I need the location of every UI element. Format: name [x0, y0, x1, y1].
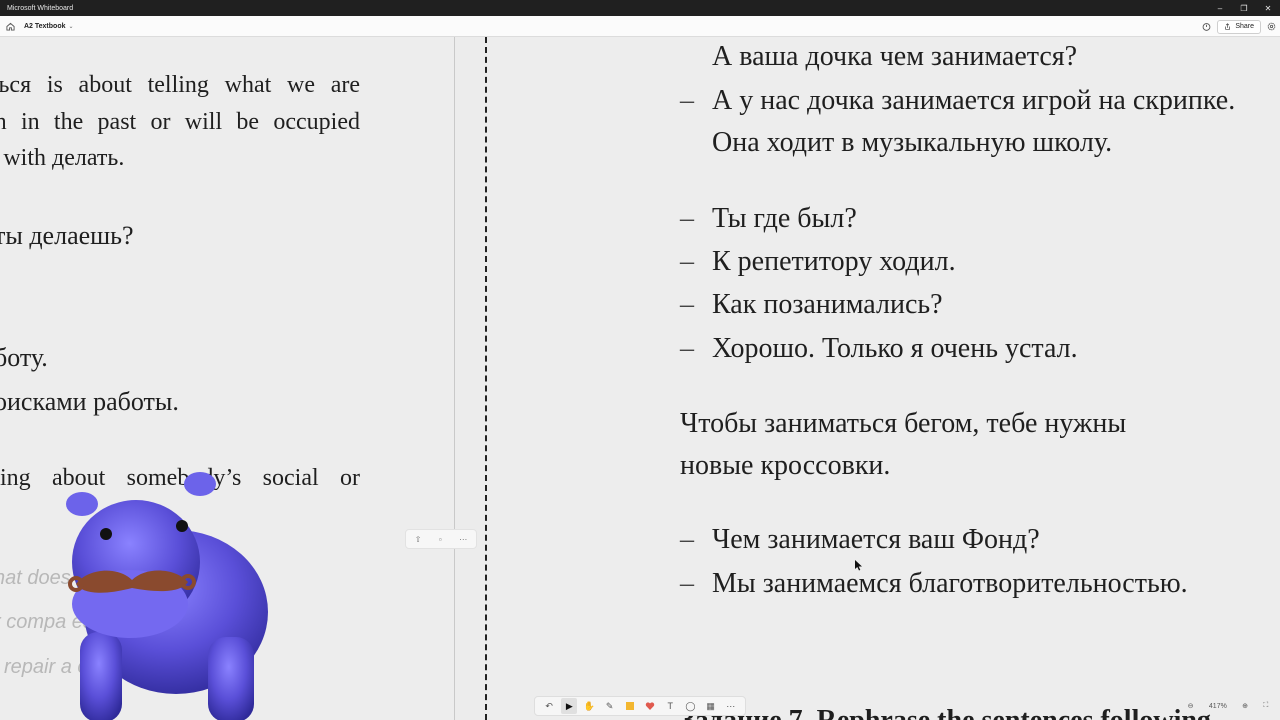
- dialog-line: Ты где был?: [712, 203, 857, 234]
- next-task-heading: Задание 7. Rephrase the sentences follow…: [680, 705, 1211, 720]
- more-icon[interactable]: ⋯: [459, 535, 467, 544]
- templates-icon[interactable]: ▦: [703, 698, 719, 714]
- text-line: s with делать.: [0, 145, 125, 171]
- more-icon[interactable]: ⋯: [723, 698, 739, 714]
- text-icon[interactable]: T: [662, 698, 678, 714]
- dialog-line: Чем занимается ваш Фонд?: [712, 524, 1040, 555]
- timer-icon[interactable]: [1202, 22, 1211, 31]
- page-divider: [454, 37, 455, 720]
- share-icon: [1225, 23, 1231, 30]
- mouse-cursor-icon: [855, 560, 862, 571]
- dialog-line: Как позанимались?: [712, 289, 943, 320]
- restore-button[interactable]: ❐: [1232, 0, 1256, 16]
- dash-mark: –: [680, 203, 694, 234]
- dialog-line: А ваша дочка чем занимается?: [712, 41, 1078, 72]
- chevron-down-icon[interactable]: ⌄: [69, 23, 74, 30]
- text-line: ться is about telling what we are: [0, 72, 360, 98]
- pen-icon[interactable]: ✎: [602, 698, 618, 714]
- shapes-icon[interactable]: ◯: [682, 698, 698, 714]
- undo-icon[interactable]: ↶: [541, 698, 557, 714]
- share-icon[interactable]: ⇧: [415, 535, 422, 544]
- text-line: оисками работы.: [0, 387, 179, 416]
- paragraph-line: новые кроссовки.: [680, 450, 891, 481]
- zoom-in-icon[interactable]: ⊕: [1242, 702, 1248, 710]
- home-icon[interactable]: [6, 22, 15, 31]
- app-title: Microsoft Whiteboard: [7, 4, 74, 12]
- dash-mark: –: [680, 289, 694, 320]
- os-title-bar: Microsoft Whiteboard – ❐ ✕: [0, 0, 1280, 16]
- text-line: ты делаешь?: [0, 221, 134, 250]
- text-line: боту.: [0, 343, 48, 372]
- minimize-button[interactable]: –: [1208, 0, 1232, 16]
- zoom-level: 417%: [1208, 702, 1227, 710]
- share-button[interactable]: Share: [1217, 19, 1261, 34]
- heart-icon[interactable]: [642, 698, 658, 714]
- fit-to-screen-icon[interactable]: ⛶: [1263, 702, 1268, 710]
- zoom-out-icon[interactable]: ⊖: [1188, 702, 1194, 710]
- textbook-page-right: А ваша дочка чем занимается? – А у нас д…: [487, 37, 1280, 720]
- window-controls: – ❐ ✕: [1208, 0, 1280, 16]
- dash-mark: –: [680, 568, 694, 599]
- hippo-mascot-image[interactable]: [58, 462, 272, 720]
- hand-icon[interactable]: ✋: [581, 698, 597, 714]
- dash-mark: –: [680, 524, 694, 555]
- dash-mark: –: [680, 333, 694, 364]
- copy-icon[interactable]: ▫: [439, 535, 442, 544]
- dialog-line: Она ходит в музыкальную школу.: [712, 127, 1113, 158]
- settings-icon[interactable]: [1267, 22, 1276, 31]
- dash-mark: –: [680, 246, 694, 277]
- sticky-note-icon[interactable]: [622, 698, 638, 714]
- zoom-controls: ⊖ 417% ⊕ ⛶: [1180, 697, 1276, 715]
- dash-mark: –: [680, 85, 694, 116]
- app-toolbar: A2 Textbook ⌄ Share: [0, 16, 1280, 37]
- paragraph-line: Чтобы заниматься бегом, тебе нужны: [680, 408, 1127, 439]
- board-name[interactable]: A2 Textbook: [24, 23, 66, 30]
- dialog-line: К репетитору ходил.: [712, 246, 956, 277]
- share-label: Share: [1235, 23, 1254, 30]
- close-button[interactable]: ✕: [1256, 0, 1280, 16]
- dialog-line: А у нас дочка занимается игрой на скрипк…: [712, 85, 1236, 116]
- select-icon[interactable]: ▶: [561, 698, 578, 714]
- context-toolbar: ⇧ ▫ ⋯: [405, 529, 477, 549]
- dialog-line: Мы занимаемся благотворительностью.: [712, 568, 1188, 599]
- ink-toolbar: ↶ ▶ ✋ ✎ T ◯ ▦ ⋯: [534, 696, 746, 716]
- text-line: .: [0, 265, 1, 295]
- text-line: th in the past or will be occupied: [0, 109, 360, 135]
- dialog-line: Хорошо. Только я очень устал.: [712, 333, 1078, 364]
